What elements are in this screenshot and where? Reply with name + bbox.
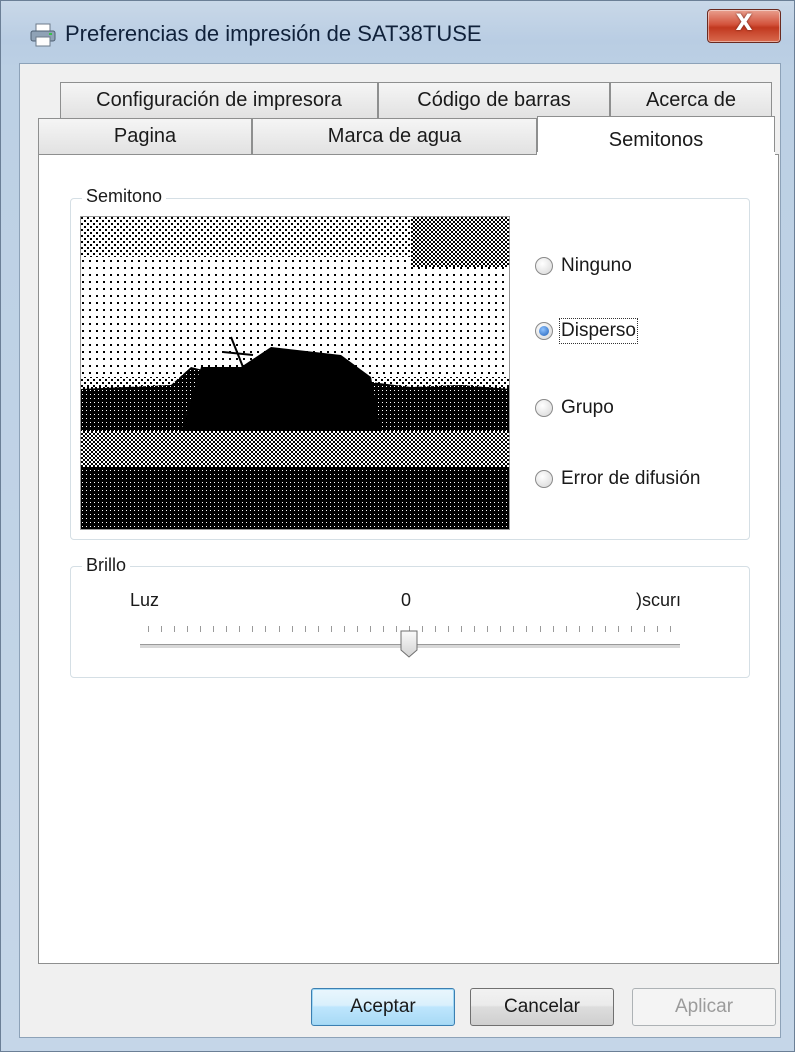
brightness-group <box>70 566 750 678</box>
radio-group[interactable]: Grupo <box>535 397 614 419</box>
slider-tick <box>291 626 293 632</box>
slider-tick <box>656 626 658 632</box>
tab-barcode[interactable]: Código de barras <box>378 82 610 118</box>
tab-join <box>537 152 775 156</box>
slider-tick <box>317 626 319 632</box>
radio-dispersed[interactable]: Disperso <box>535 318 638 344</box>
radio-label: Ninguno <box>561 255 632 276</box>
slider-tick <box>617 626 619 632</box>
slider-tick <box>252 626 254 632</box>
slider-tick <box>278 626 280 632</box>
window-title: Preferencias de impresión de SAT38TUSE <box>65 21 482 46</box>
radio-none[interactable]: Ninguno <box>535 255 632 277</box>
halftone-preview-image <box>80 216 510 530</box>
tab-label: Semitonos <box>608 129 704 151</box>
radio-label: Error de difusión <box>561 468 701 489</box>
slider-tick <box>474 626 476 632</box>
slider-tick <box>435 626 437 632</box>
tab-printer-config[interactable]: Configuración de impresora <box>60 82 378 118</box>
slider-tick <box>148 626 149 632</box>
slider-tick <box>487 626 489 632</box>
slider-tick <box>330 626 332 632</box>
slider-tick <box>343 626 345 632</box>
slider-tick <box>591 626 593 632</box>
slider-tick <box>526 626 528 632</box>
slider-tick <box>461 626 463 632</box>
ok-button[interactable]: Aceptar <box>311 988 455 1026</box>
printer-icon <box>30 23 56 47</box>
slider-tick <box>500 626 502 632</box>
slider-min-label: Luz <box>130 590 160 610</box>
cancel-button[interactable]: Cancelar <box>470 988 614 1026</box>
slider-tick <box>604 626 606 632</box>
radio-label: Disperso <box>559 318 638 344</box>
apply-button[interactable]: Aplicar <box>632 988 776 1026</box>
radio-button-circle[interactable] <box>535 470 553 488</box>
slider-tick <box>161 626 163 632</box>
close-button[interactable]: X <box>707 9 781 43</box>
tab-label: Configuración de impresora <box>96 89 342 111</box>
slider-tick <box>630 626 632 632</box>
slider-tick <box>226 626 228 632</box>
slider-tick <box>304 626 306 632</box>
slider-tick <box>643 626 645 632</box>
slider-tick <box>239 626 241 632</box>
radio-error-diffusion[interactable]: Error de difusión <box>535 468 700 490</box>
slider-tick <box>395 626 397 632</box>
slider-tick <box>448 626 450 632</box>
slider-tick <box>174 626 176 632</box>
slider-tick <box>422 626 424 632</box>
tab-label: Código de barras <box>417 89 571 111</box>
slider-tick <box>513 626 515 632</box>
preview-picture <box>81 217 509 529</box>
slider-tick <box>382 626 384 632</box>
brightness-group-label: Brillo <box>82 555 131 576</box>
slider-tick <box>265 626 267 632</box>
slider-value-label: 0 <box>401 590 412 610</box>
slider-tick <box>670 626 671 632</box>
slider-tick <box>539 626 541 632</box>
slider-tick <box>356 626 358 632</box>
tab-halftones[interactable]: Semitonos <box>537 116 775 156</box>
radio-button-circle[interactable] <box>535 257 553 275</box>
radio-label: Grupo <box>561 397 614 418</box>
slider-tick <box>213 626 215 632</box>
slider-tick <box>565 626 567 632</box>
tab-watermark[interactable]: Marca de agua <box>252 118 537 154</box>
slider-max-label: )scurı <box>636 590 681 610</box>
tab-label: Marca de agua <box>327 125 462 147</box>
radio-button-circle[interactable] <box>535 399 553 417</box>
tab-about[interactable]: Acerca de <box>610 82 772 118</box>
slider-tick <box>578 626 580 632</box>
brightness-slider-thumb[interactable] <box>400 630 418 658</box>
close-icon: X <box>735 11 753 36</box>
tab-label: Acerca de <box>645 89 737 111</box>
radio-button-circle[interactable] <box>535 322 553 340</box>
slider-tick <box>552 626 554 632</box>
slider-tick <box>369 626 371 632</box>
halftone-group-label: Semitono <box>82 186 167 207</box>
title-bar[interactable]: Preferencias de impresión de SAT38TUSE X <box>1 1 795 63</box>
tab-page[interactable]: Pagina <box>38 118 252 154</box>
slider-tick <box>200 626 202 632</box>
slider-tick <box>187 626 189 632</box>
tab-label: Pagina <box>113 125 177 147</box>
